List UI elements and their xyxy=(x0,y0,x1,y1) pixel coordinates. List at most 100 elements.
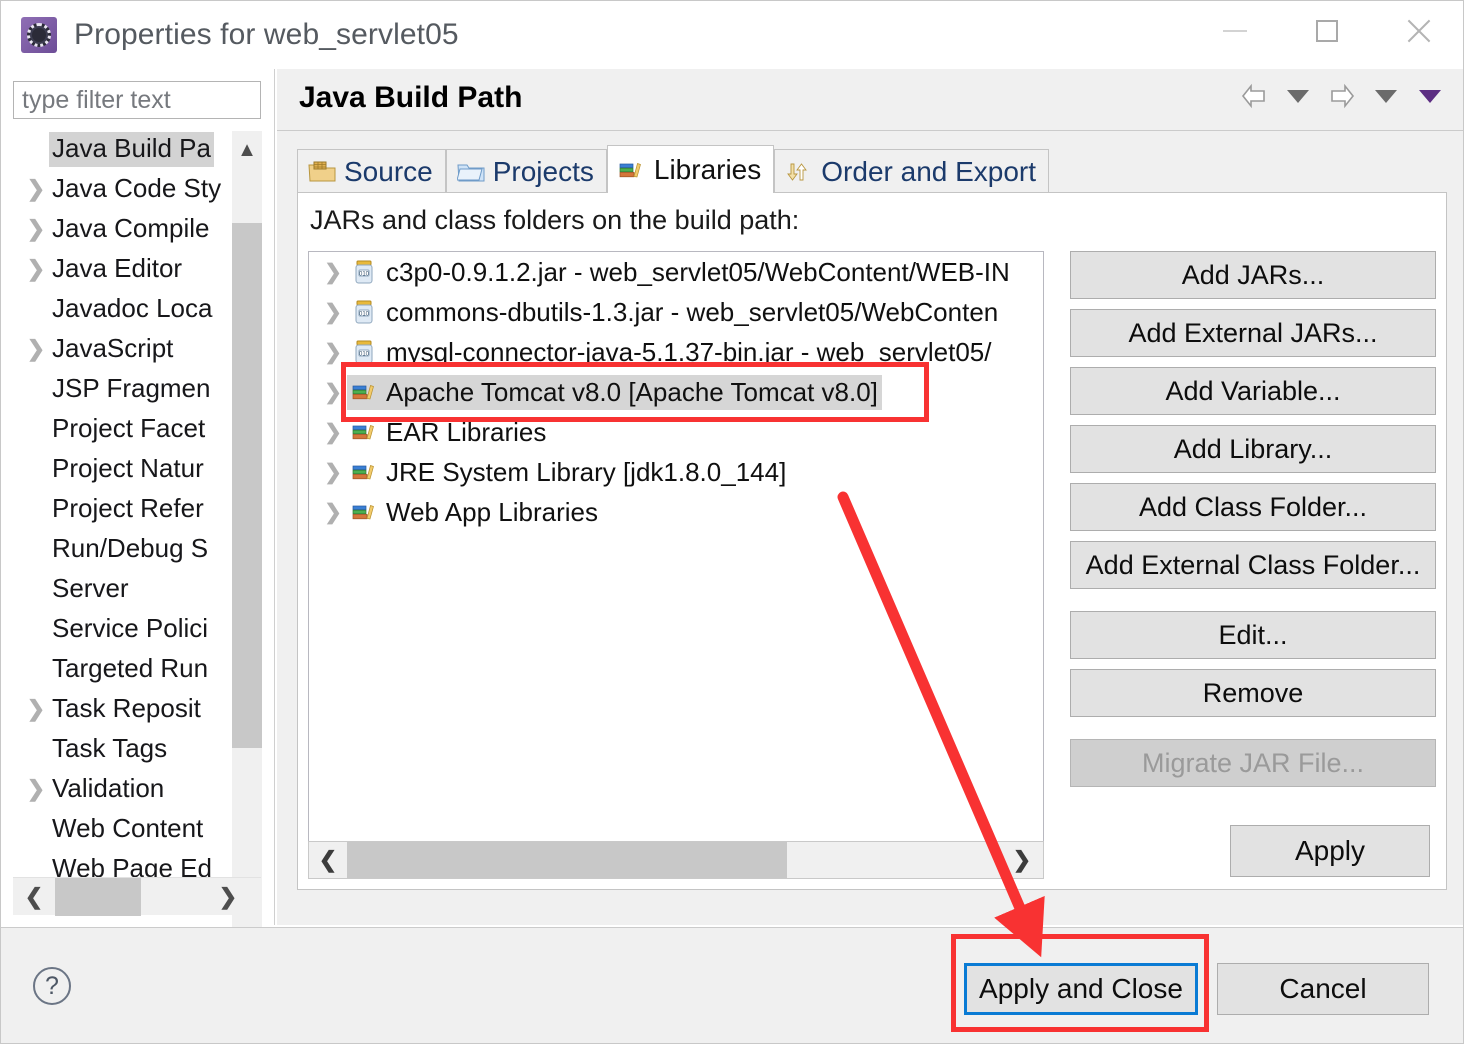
jar-icon: 010 xyxy=(351,259,377,285)
library-item-content: 010 mysql-connector-java-5.1.37-bin.jar -… xyxy=(347,335,996,370)
apply-and-close-button[interactable]: Apply and Close xyxy=(964,963,1198,1015)
libraries-tab-panel: JARs and class folders on the build path… xyxy=(297,192,1447,890)
library-list-item[interactable]: ❯ Apache Tomcat v8.0 [Apache Tomcat v8.0] xyxy=(309,372,1043,412)
window-title: Properties for web_servlet05 xyxy=(74,18,459,51)
library-item-label: commons-dbutils-1.3.jar - web_servlet05/… xyxy=(386,296,999,327)
chevron-right-icon[interactable]: ❯ xyxy=(319,460,347,485)
sidebar-item-label: Project Refer xyxy=(52,492,204,523)
tab-order-and-export[interactable]: Order and Export xyxy=(774,149,1050,193)
chevron-right-icon[interactable]: ❯ xyxy=(23,338,49,360)
tab-source[interactable]: Source xyxy=(297,149,446,193)
question-mark-icon[interactable]: ? xyxy=(33,967,71,1005)
sidebar-item-label: Java Build Pa xyxy=(49,131,214,167)
svg-text:010: 010 xyxy=(359,351,370,357)
window-title-bar: Properties for web_servlet05 xyxy=(1,1,1463,69)
page-nav-icons xyxy=(1237,79,1447,113)
tab-label: Libraries xyxy=(653,153,762,185)
chevron-right-icon[interactable]: ❯ xyxy=(23,258,49,280)
chevron-right-icon[interactable]: ❯ xyxy=(319,260,347,285)
library-item-content: 010 commons-dbutils-1.3.jar - web_servlet… xyxy=(347,295,1002,330)
library-list-item[interactable]: ❯ 010 mysql-connector-java-5.1.37-bin.jar … xyxy=(309,332,1043,372)
sidebar-vertical-scrollbar[interactable]: ▲ ▼ xyxy=(232,131,262,931)
arrow-right-icon[interactable] xyxy=(1325,79,1359,113)
svg-text:010: 010 xyxy=(359,311,370,317)
library-list-item[interactable]: ❯ 010 c3p0-0.9.1.2.jar - web_servlet05/Web… xyxy=(309,252,1043,292)
sidebar-hscroll-thumb[interactable] xyxy=(55,878,141,916)
chevron-right-icon[interactable]: ❯ xyxy=(23,178,49,200)
add-external-class-folder-button[interactable]: Add External Class Folder... xyxy=(1070,541,1436,589)
add-external-jars-button[interactable]: Add External JARs... xyxy=(1070,309,1436,357)
library-item-content: 010 c3p0-0.9.1.2.jar - web_servlet05/WebC… xyxy=(347,255,1014,290)
window-controls xyxy=(1189,1,1463,61)
tab-bar: Source Projects Libraries Order and Export xyxy=(297,145,1447,193)
library-item-content: EAR Libraries xyxy=(347,415,550,450)
library-item-content: Apache Tomcat v8.0 [Apache Tomcat v8.0] xyxy=(347,374,882,410)
sidebar-item-label: Task Tags xyxy=(52,732,168,763)
sidebar-item-label: Project Natur xyxy=(52,452,204,483)
maximize-button[interactable] xyxy=(1281,1,1373,61)
sidebar-vscroll-thumb[interactable] xyxy=(232,223,262,748)
build-path-list[interactable]: ❯ 010 c3p0-0.9.1.2.jar - web_servlet05/Web… xyxy=(308,251,1044,849)
sidebar-item-label: JavaScript xyxy=(52,332,174,363)
chevron-right-icon[interactable]: ❯ xyxy=(211,878,245,916)
library-item-label: Apache Tomcat v8.0 [Apache Tomcat v8.0] xyxy=(386,376,878,407)
chevron-left-icon[interactable]: ❮ xyxy=(311,842,345,878)
arrow-left-icon[interactable] xyxy=(1237,79,1271,113)
add-variable-button[interactable]: Add Variable... xyxy=(1070,367,1436,415)
eclipse-properties-icon xyxy=(21,17,57,53)
library-item-label: c3p0-0.9.1.2.jar - web_servlet05/WebCont… xyxy=(386,256,1010,287)
close-icon xyxy=(1404,16,1434,46)
chevron-down-icon-forward[interactable] xyxy=(1369,79,1403,113)
chevron-right-icon[interactable]: ❯ xyxy=(1005,842,1039,878)
page-header: Java Build Path xyxy=(277,69,1463,131)
libraries-books-icon xyxy=(618,158,646,182)
sidebar-item-label: Java Compile xyxy=(52,212,210,243)
edit-button[interactable]: Edit... xyxy=(1070,611,1436,659)
library-item-content: Web App Libraries xyxy=(347,495,602,530)
chevron-right-icon[interactable]: ❯ xyxy=(23,698,49,720)
chevron-up-icon[interactable]: ▲ xyxy=(232,135,262,165)
tab-projects[interactable]: Projects xyxy=(445,149,607,193)
chevron-right-icon[interactable]: ❯ xyxy=(23,218,49,240)
apply-button[interactable]: Apply xyxy=(1230,825,1430,877)
sidebar-item-label: Javadoc Loca xyxy=(52,292,213,323)
filter-input[interactable] xyxy=(13,81,261,119)
chevron-right-icon[interactable]: ❯ xyxy=(319,420,347,445)
library-list-item[interactable]: ❯ JRE System Library [jdk1.8.0_144] xyxy=(309,452,1043,492)
tab-libraries[interactable]: Libraries xyxy=(606,145,775,193)
chevron-right-icon[interactable]: ❯ xyxy=(319,300,347,325)
chevron-right-icon[interactable]: ❯ xyxy=(319,500,347,525)
source-folder-icon xyxy=(308,160,336,184)
settings-sidebar: ❯Java Build Pa❯Java Code Sty❯Java Compil… xyxy=(1,69,275,931)
library-item-label: JRE System Library [jdk1.8.0_144] xyxy=(386,456,787,487)
remove-button[interactable]: Remove xyxy=(1070,669,1436,717)
chevron-left-icon[interactable]: ❮ xyxy=(17,878,51,916)
chevron-down-icon-back[interactable] xyxy=(1281,79,1315,113)
chevron-down-icon-view-menu[interactable] xyxy=(1413,79,1447,113)
close-button[interactable] xyxy=(1373,1,1463,61)
tab-label: Projects xyxy=(492,155,594,187)
cancel-button[interactable]: Cancel xyxy=(1217,963,1429,1015)
add-library-button[interactable]: Add Library... xyxy=(1070,425,1436,473)
sidebar-horizontal-scrollbar[interactable]: ❮ ❯ xyxy=(13,877,261,916)
chevron-right-icon[interactable]: ❯ xyxy=(319,340,347,365)
add-class-folder-button[interactable]: Add Class Folder... xyxy=(1070,483,1436,531)
minimize-icon xyxy=(1223,30,1247,32)
library-list-item[interactable]: ❯ Web App Libraries xyxy=(309,492,1043,532)
library-item-label: mysql-connector-java-5.1.37-bin.jar - we… xyxy=(386,336,992,367)
library-item-label: Web App Libraries xyxy=(386,496,598,527)
library-list-item[interactable]: ❯ EAR Libraries xyxy=(309,412,1043,452)
tab-label: Order and Export xyxy=(821,155,1037,187)
library-item-content: JRE System Library [jdk1.8.0_144] xyxy=(347,455,790,490)
list-hscroll-thumb[interactable] xyxy=(347,842,787,878)
library-list-item[interactable]: ❯ 010 commons-dbutils-1.3.jar - web_servle… xyxy=(309,292,1043,332)
list-horizontal-scrollbar[interactable]: ❮ ❯ xyxy=(308,841,1044,879)
tab-label: Source xyxy=(344,155,433,187)
chevron-right-icon[interactable]: ❯ xyxy=(23,778,49,800)
add-jars-button[interactable]: Add JARs... xyxy=(1070,251,1436,299)
library-icon xyxy=(351,419,377,445)
minimize-button[interactable] xyxy=(1189,1,1281,61)
jar-icon: 010 xyxy=(351,339,377,365)
chevron-right-icon[interactable]: ❯ xyxy=(319,380,347,405)
sidebar-item-label: Java Editor xyxy=(52,252,183,283)
